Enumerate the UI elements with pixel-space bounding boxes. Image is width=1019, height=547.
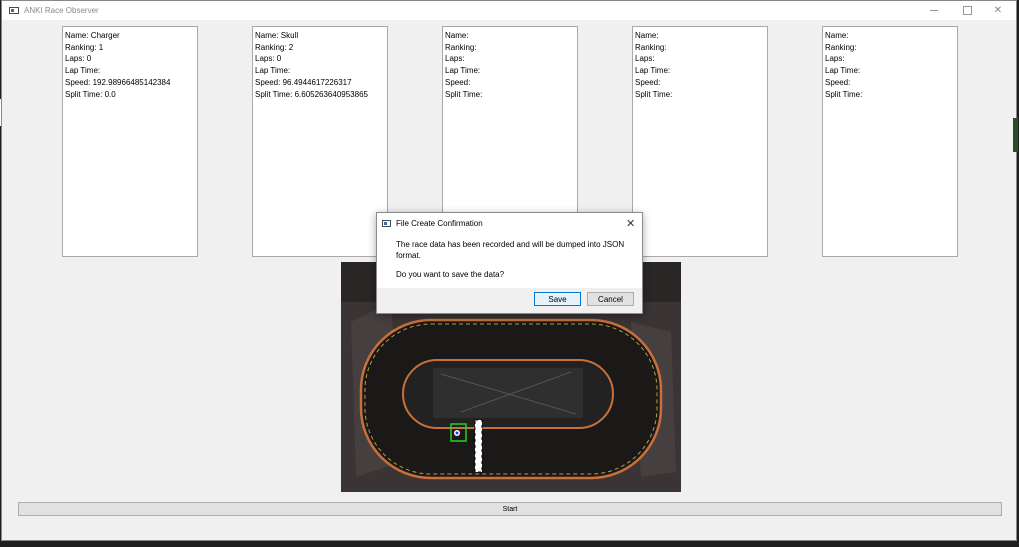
car-lap-time: Lap Time: [255, 66, 291, 76]
car-lap-time: Lap Time: [65, 66, 101, 76]
car-ranking: Ranking: [825, 42, 857, 52]
maximize-icon [962, 6, 972, 15]
car-lap-time: Lap Time: [445, 66, 481, 76]
car-name: Name: Charger [65, 31, 120, 40]
car-card-2: Name: Skull Ranking: 2 Laps: 0 Lap Time:… [252, 26, 388, 257]
car-speed: Speed: 96.4944617226317 [255, 77, 352, 87]
car-laps: Laps: 0 [65, 54, 92, 64]
save-button[interactable]: Save [534, 292, 581, 306]
car-laps: Laps: [825, 54, 845, 64]
car-card-1: Name: Charger Ranking: 1 Laps: 0 Lap Tim… [62, 26, 198, 257]
car-lap-time: Lap Time: [635, 66, 671, 76]
car-speed: Speed: [445, 77, 471, 87]
car-split-time: Split Time: 6.605263640953865 [255, 89, 368, 99]
app-icon [9, 7, 19, 14]
dialog-message: The race data has been recorded and will… [396, 240, 625, 260]
minimize-button[interactable] [919, 1, 949, 20]
car-ranking: Ranking: [635, 42, 667, 52]
car-ranking: Ranking: 1 [65, 42, 104, 52]
close-button[interactable]: ✕ [983, 1, 1013, 20]
close-icon[interactable]: ✕ [626, 217, 635, 230]
car-speed: Speed: 192.98966485142384 [65, 77, 171, 87]
close-icon: ✕ [993, 5, 1003, 16]
car-name: Name: [445, 31, 469, 40]
dialog-footer: Save Cancel [377, 288, 642, 313]
car-laps: Laps: 0 [255, 54, 282, 64]
window-title: ANKI Race Observer [24, 6, 99, 15]
file-create-confirmation-dialog: File Create Confirmation ✕ The race data… [376, 212, 643, 314]
car-split-time: Split Time: [825, 89, 863, 99]
dialog-title-bar: File Create Confirmation ✕ [377, 213, 642, 233]
car-laps: Laps: [445, 54, 465, 64]
car-ranking: Ranking: 2 [255, 42, 294, 52]
title-bar: ANKI Race Observer ✕ [2, 1, 1016, 20]
minimize-icon [930, 10, 938, 11]
dialog-question: Do you want to save the data? [396, 270, 505, 279]
car-card-5: Name: Ranking: Laps: Lap Time: Speed: Sp… [822, 26, 958, 257]
right-edge-tab [1013, 118, 1018, 152]
car-speed: Speed: [825, 77, 851, 87]
car-name: Name: [825, 31, 849, 40]
car-lap-time: Lap Time: [825, 66, 861, 76]
car-name: Name: Skull [255, 31, 299, 40]
car-split-time: Split Time: [635, 89, 673, 99]
car-speed: Speed: [635, 77, 661, 87]
start-button[interactable]: Start [18, 502, 1002, 516]
app-icon [382, 220, 391, 227]
car-split-time: Split Time: [445, 89, 483, 99]
maximize-button[interactable] [952, 1, 982, 20]
car-name: Name: [635, 31, 659, 40]
car-split-time: Split Time: 0.0 [65, 89, 116, 99]
dialog-title: File Create Confirmation [396, 219, 483, 228]
car-card-4: Name: Ranking: Laps: Lap Time: Speed: Sp… [632, 26, 768, 257]
car-laps: Laps: [635, 54, 655, 64]
cancel-button[interactable]: Cancel [587, 292, 634, 306]
car-ranking: Ranking: [445, 42, 477, 52]
